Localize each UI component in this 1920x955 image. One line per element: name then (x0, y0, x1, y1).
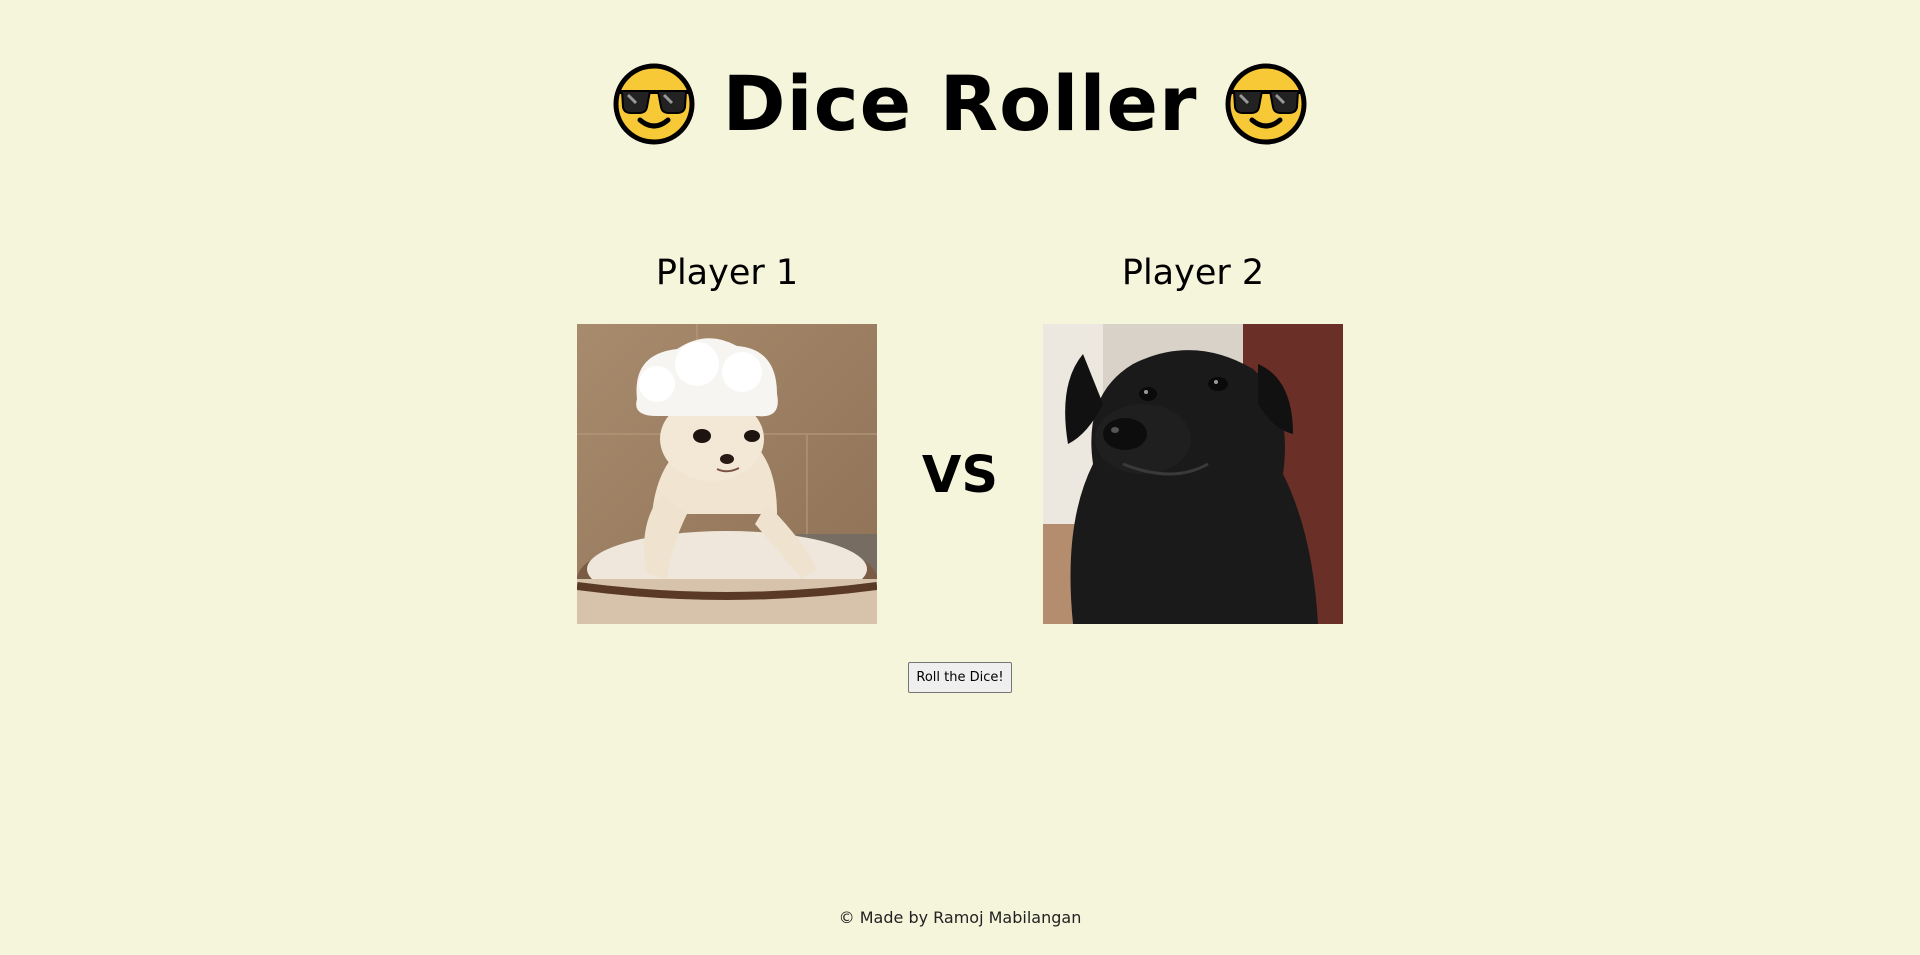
page-title: Dice Roller (0, 52, 1920, 156)
chihuahua-with-towel-image (577, 324, 877, 624)
vs-label: VS (921, 446, 999, 505)
smiling-face-with-sunglasses-icon (613, 63, 695, 145)
smiling-face-with-sunglasses-icon (1225, 63, 1307, 145)
player-2-label: Player 2 (1121, 253, 1265, 293)
footer-credit: © Made by Ramoj Mabilangan (838, 908, 1082, 927)
roll-dice-button[interactable]: Roll the Dice! (908, 662, 1012, 693)
player-1-image (577, 324, 877, 624)
player-1-label: Player 1 (655, 253, 799, 293)
title-text: Dice Roller (722, 59, 1198, 148)
black-dog-image (1043, 324, 1343, 624)
player-2-image (1043, 324, 1343, 624)
